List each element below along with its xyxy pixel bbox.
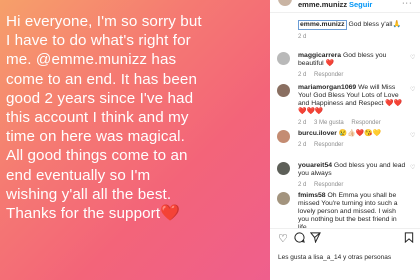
caption-line: me. @emme.munizz has (6, 51, 177, 69)
comment-username[interactable]: mariamorgan1069 (298, 84, 356, 91)
caption-comment-text: God bless y'all🙏 (348, 21, 401, 28)
caption-line: I have to do what's right for (6, 32, 191, 50)
comment-meta: 2 d 3 Me gusta Responder (298, 119, 408, 127)
divider (270, 228, 420, 229)
avatar[interactable] (277, 162, 290, 175)
comments-panel: emme.munizz • Seguir ··· emme.munizz God… (270, 0, 420, 280)
heart-icon: ❤️ (160, 205, 181, 223)
avatar[interactable] (277, 130, 290, 143)
avatar[interactable] (277, 192, 290, 205)
comment-likes[interactable]: 3 Me gusta (314, 120, 344, 126)
reply-link[interactable]: Responder (314, 72, 343, 78)
comment-icon[interactable] (294, 232, 305, 246)
follow-button[interactable]: Seguir (349, 0, 372, 9)
comment-username[interactable]: maggicarrera (298, 52, 341, 59)
comment-meta: 2 d Responder (298, 181, 408, 189)
caption-line: Hi everyone, I'm so sorry but (6, 13, 202, 30)
post-actions: ♡ (270, 232, 420, 246)
heart-outline-icon[interactable]: ♡ (278, 232, 288, 245)
comment-time: 2 d (298, 182, 307, 188)
heart-outline-icon[interactable]: ♡ (410, 86, 415, 94)
share-icon[interactable] (309, 232, 321, 246)
heart-outline-icon[interactable]: ♡ (410, 132, 415, 140)
heart-outline-icon[interactable]: ♡ (410, 54, 415, 62)
comment-username[interactable]: fmims58 (298, 192, 326, 199)
heart-outline-icon[interactable]: ♡ (410, 164, 415, 172)
post-image-text: Hi everyone, I'm so sorry but I have to … (6, 12, 268, 223)
reply-link[interactable]: Responder (314, 142, 343, 148)
caption-line: Thanks for the support (6, 205, 161, 223)
avatar[interactable] (277, 84, 290, 97)
caption-line: come to an end. It has been (6, 70, 197, 88)
comment-meta: 2 d Responder (298, 141, 408, 149)
separator-dot: • (340, 0, 343, 9)
caption-line: time on here was magical. (6, 128, 185, 146)
likes-summary[interactable]: Les gusta a lisa_a_14 y otras personas (278, 254, 391, 261)
caption-line: this account I think and my (6, 109, 189, 127)
more-options-icon[interactable]: ··· (402, 0, 413, 7)
comment-time: 2 d (298, 142, 307, 148)
caption-line: end eventually so I'm (6, 166, 151, 184)
post-image: Hi everyone, I'm so sorry but I have to … (0, 0, 270, 280)
caption-line-last: Thanks for the support❤️ (6, 204, 268, 223)
comment-username[interactable]: youareit54 (298, 162, 332, 169)
comment-text: 😢👍🏻❤️😘💛 (338, 130, 382, 137)
caption-line: wishing y'all all the best. (6, 185, 172, 203)
avatar[interactable] (277, 52, 290, 65)
divider (270, 12, 420, 13)
caption-line: All good things come to an (6, 147, 188, 165)
comment-time: 2 d (298, 120, 307, 126)
bookmark-icon[interactable] (404, 232, 414, 246)
comment-meta: 2 d (298, 34, 307, 40)
comment-username[interactable]: burcu.ilover (298, 130, 337, 137)
reply-link[interactable]: Responder (314, 182, 343, 188)
caption-line: good 2 years since I've had (6, 89, 194, 107)
comment-time: 2 d (298, 72, 307, 78)
caption-username[interactable]: emme.munizz (298, 20, 347, 30)
avatar[interactable] (278, 0, 292, 6)
reply-link[interactable]: Responder (351, 120, 380, 126)
post-header: emme.munizz • Seguir ··· (270, 0, 420, 12)
comment-meta: 2 d Responder (298, 71, 408, 79)
